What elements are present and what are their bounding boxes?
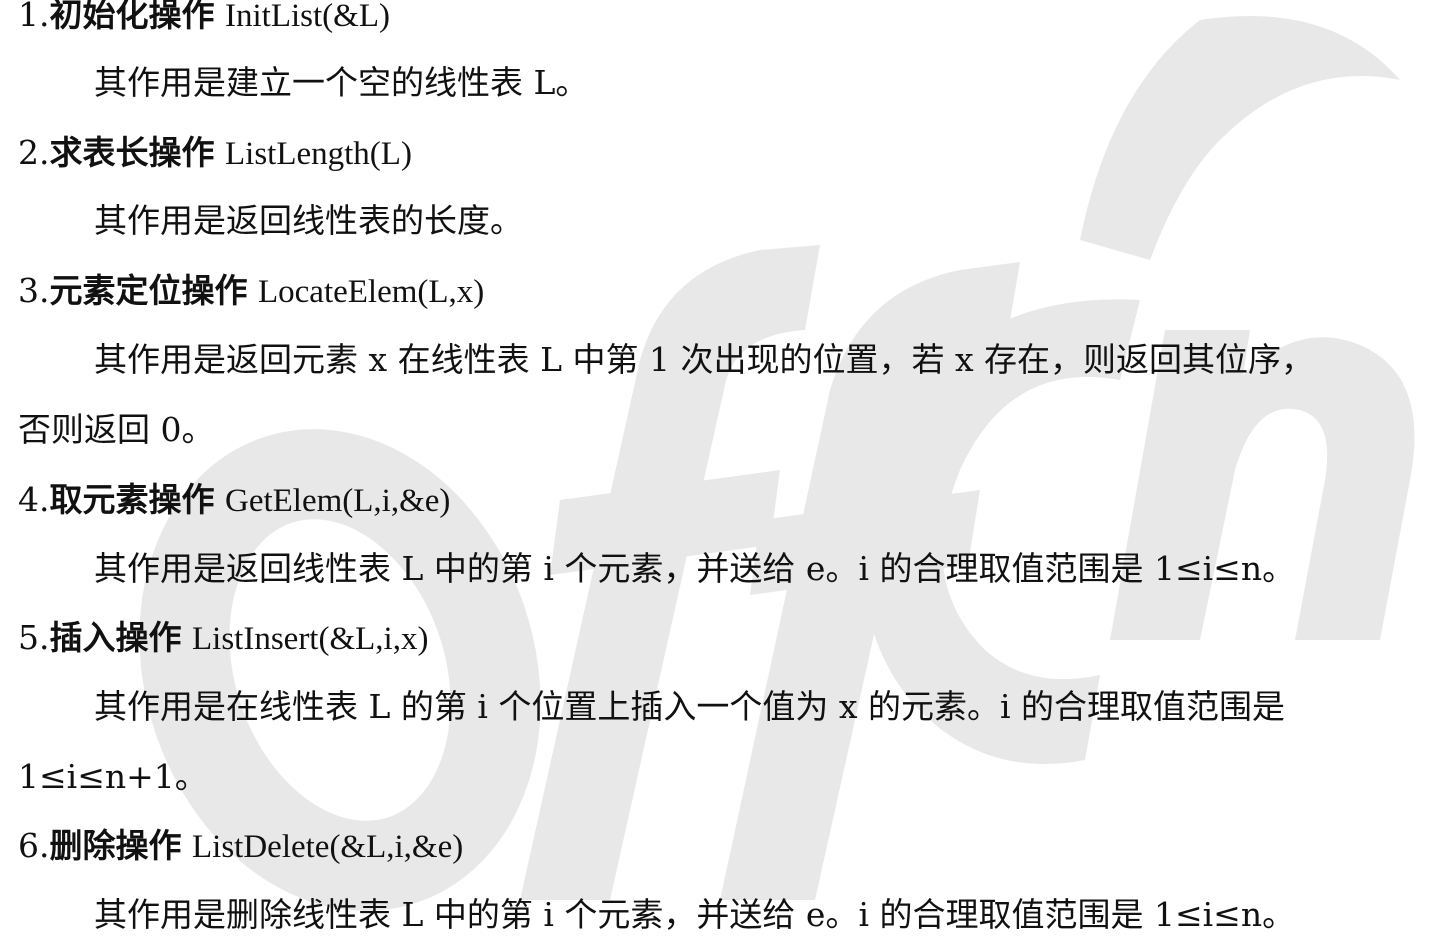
operation-number: 3. bbox=[18, 271, 50, 310]
operation-number: 6. bbox=[18, 826, 50, 865]
operation-title: 取元素操作 bbox=[49, 480, 215, 519]
operation-heading-6: 6.删除操作 ListDelete(&L,i,&e) bbox=[18, 826, 463, 867]
operation-signature: ListDelete(&L,i,&e) bbox=[192, 829, 464, 865]
operation-heading-4: 4.取元素操作 GetElem(L,i,&e) bbox=[18, 480, 450, 521]
operation-description-3a: 其作用是返回元素 x 在线性表 L 中第 1 次出现的位置，若 x 存在，则返回… bbox=[94, 340, 1315, 379]
operation-number: 5. bbox=[18, 618, 50, 657]
operation-description-6: 其作用是删除线性表 L 中的第 i 个元素，并送给 e。i 的合理取值范围是 1… bbox=[94, 895, 1296, 934]
operation-number: 4. bbox=[18, 480, 50, 519]
operation-signature: ListInsert(&L,i,x) bbox=[192, 621, 429, 657]
operation-signature: InitList(&L) bbox=[225, 0, 390, 34]
operation-title: 初始化操作 bbox=[49, 0, 215, 34]
operation-heading-2: 2.求表长操作 ListLength(L) bbox=[18, 133, 412, 174]
operation-signature: ListLength(L) bbox=[225, 136, 412, 172]
operation-description-1: 其作用是建立一个空的线性表 L。 bbox=[94, 63, 589, 102]
operation-signature: GetElem(L,i,&e) bbox=[225, 483, 451, 519]
operation-description-5a: 其作用是在线性表 L 的第 i 个位置上插入一个值为 x 的元素。i 的合理取值… bbox=[94, 687, 1286, 726]
operation-number: 2. bbox=[18, 133, 50, 172]
operation-title: 求表长操作 bbox=[49, 133, 215, 172]
operation-signature: LocateElem(L,x) bbox=[258, 274, 485, 310]
operation-description-2: 其作用是返回线性表的长度。 bbox=[94, 201, 523, 240]
operation-heading-5: 5.插入操作 ListInsert(&L,i,x) bbox=[18, 618, 428, 659]
operation-description-4: 其作用是返回线性表 L 中的第 i 个元素，并送给 e。i 的合理取值范围是 1… bbox=[94, 549, 1296, 588]
operation-description-3b: 否则返回 0。 bbox=[18, 410, 215, 449]
operation-title: 元素定位操作 bbox=[49, 271, 248, 310]
operation-title: 删除操作 bbox=[49, 826, 182, 865]
operation-number: 1. bbox=[18, 0, 50, 34]
operation-description-5b: 1≤i≤n+1。 bbox=[18, 757, 208, 796]
operation-heading-3: 3.元素定位操作 LocateElem(L,x) bbox=[18, 271, 484, 312]
document-body: 1.初始化操作 InitList(&L) 其作用是建立一个空的线性表 L。 2.… bbox=[0, 0, 1456, 942]
operation-title: 插入操作 bbox=[49, 618, 182, 657]
operation-heading-1: 1.初始化操作 InitList(&L) bbox=[18, 0, 390, 36]
